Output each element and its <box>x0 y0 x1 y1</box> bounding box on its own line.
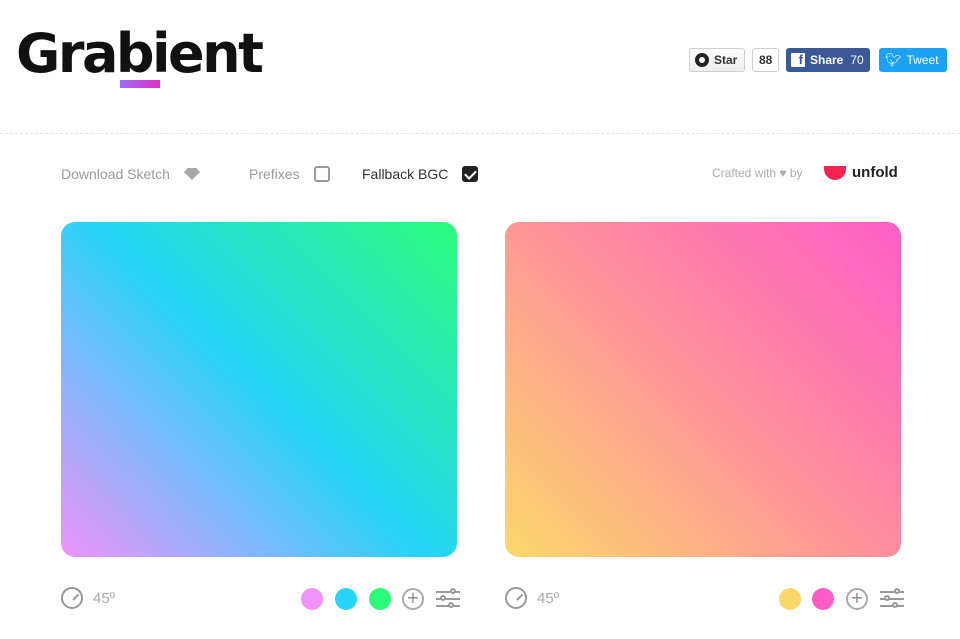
angle-value-1: 45º <box>93 589 116 607</box>
facebook-share-button[interactable]: f Share 70 <box>786 48 870 72</box>
github-icon <box>695 53 709 67</box>
color-swatch-1-2[interactable] <box>335 588 357 610</box>
unfold-icon <box>824 165 846 180</box>
color-swatch-2-2[interactable] <box>812 588 834 610</box>
unfold-logo[interactable]: unfold <box>824 164 898 181</box>
grabient-logo[interactable]: Grabient <box>16 22 264 86</box>
sliders-icon[interactable] <box>880 588 904 610</box>
gradient-card-1[interactable] <box>61 222 457 557</box>
github-star-button[interactable]: Star <box>689 48 746 72</box>
fallback-bgc-option[interactable]: Fallback BGC <box>362 164 479 184</box>
color-swatch-1-1[interactable] <box>301 588 323 610</box>
facebook-icon: f <box>791 53 805 67</box>
header-divider <box>0 133 960 134</box>
add-color-icon[interactable]: + <box>846 588 868 610</box>
angle-control-1[interactable]: 45º <box>61 587 115 609</box>
download-sketch-option[interactable]: Download Sketch <box>61 164 200 184</box>
facebook-share-count: 70 <box>850 53 864 67</box>
gradient-card-2[interactable] <box>505 222 901 557</box>
unfold-brand-text: unfold <box>852 164 898 181</box>
color-swatch-2-1[interactable] <box>779 588 801 610</box>
angle-control-2[interactable]: 45º <box>505 587 559 609</box>
color-swatch-1-3[interactable] <box>369 588 391 610</box>
add-color-icon[interactable]: + <box>402 588 424 610</box>
facebook-share-label: Share <box>810 53 844 67</box>
logo-underline <box>120 80 160 88</box>
prefixes-checkbox[interactable] <box>313 166 330 182</box>
twitter-tweet-label: Tweet <box>906 53 939 67</box>
sketch-diamond-icon <box>183 168 200 180</box>
crafted-with-text: Crafted with ♥ by <box>712 166 803 180</box>
github-star-label: Star <box>714 53 738 67</box>
prefixes-label: Prefixes <box>249 166 300 182</box>
angle-value-2: 45º <box>537 589 560 607</box>
angle-dial-icon <box>505 587 527 609</box>
sliders-icon[interactable] <box>436 588 460 610</box>
github-star-count[interactable]: 88 <box>752 48 780 72</box>
fallback-bgc-checkbox[interactable] <box>462 166 479 182</box>
twitter-tweet-button[interactable]: 🐦︎ Tweet <box>879 48 947 72</box>
twitter-bird-icon: 🐦︎ <box>885 52 902 67</box>
angle-dial-icon <box>61 587 83 609</box>
download-sketch-label: Download Sketch <box>61 166 170 182</box>
prefixes-option[interactable]: Prefixes <box>249 164 330 184</box>
fallback-bgc-label: Fallback BGC <box>362 166 449 182</box>
